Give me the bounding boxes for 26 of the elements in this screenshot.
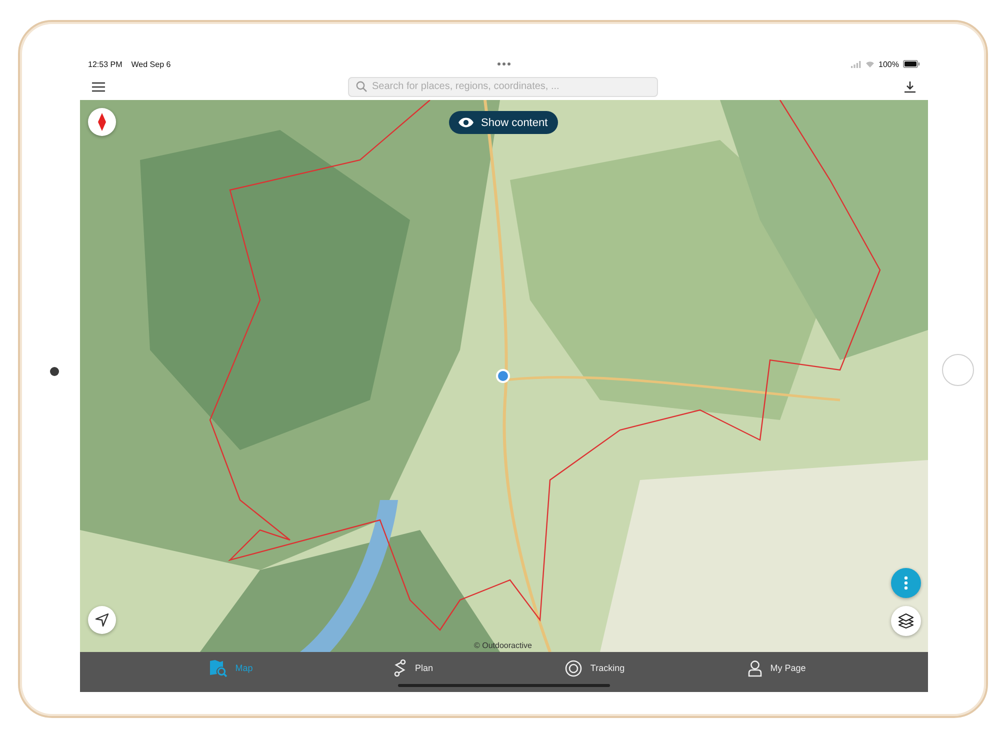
status-date: Wed Sep 6 [131,60,171,68]
multitask-dots-icon[interactable] [497,62,511,66]
wifi-icon [864,60,875,68]
status-time: 12:53 PM [88,60,122,68]
signal-icon [850,60,861,68]
battery-percent: 100% [878,60,899,68]
location-arrow-icon [95,613,109,627]
layers-icon [898,613,914,629]
target-icon [565,660,582,676]
show-content-button[interactable]: Show content [449,111,558,134]
compass-needle-icon [98,113,106,131]
search-icon [356,81,367,92]
menu-button[interactable] [90,80,107,94]
tab[interactable]: My Page [686,652,868,692]
eye-icon [458,117,474,128]
map-search-icon [209,659,228,677]
person-icon [748,660,762,676]
battery-icon [903,60,920,68]
download-button[interactable] [902,78,918,94]
tab[interactable]: Plan [322,652,504,692]
search-field[interactable]: Search for places, regions, coordinates, ... [348,76,658,96]
camera-icon [50,367,59,376]
route-icon [392,659,407,677]
tab[interactable]: Tracking [504,652,686,692]
map-attribution: © Outdooractive [474,641,532,650]
more-icon [904,576,908,590]
